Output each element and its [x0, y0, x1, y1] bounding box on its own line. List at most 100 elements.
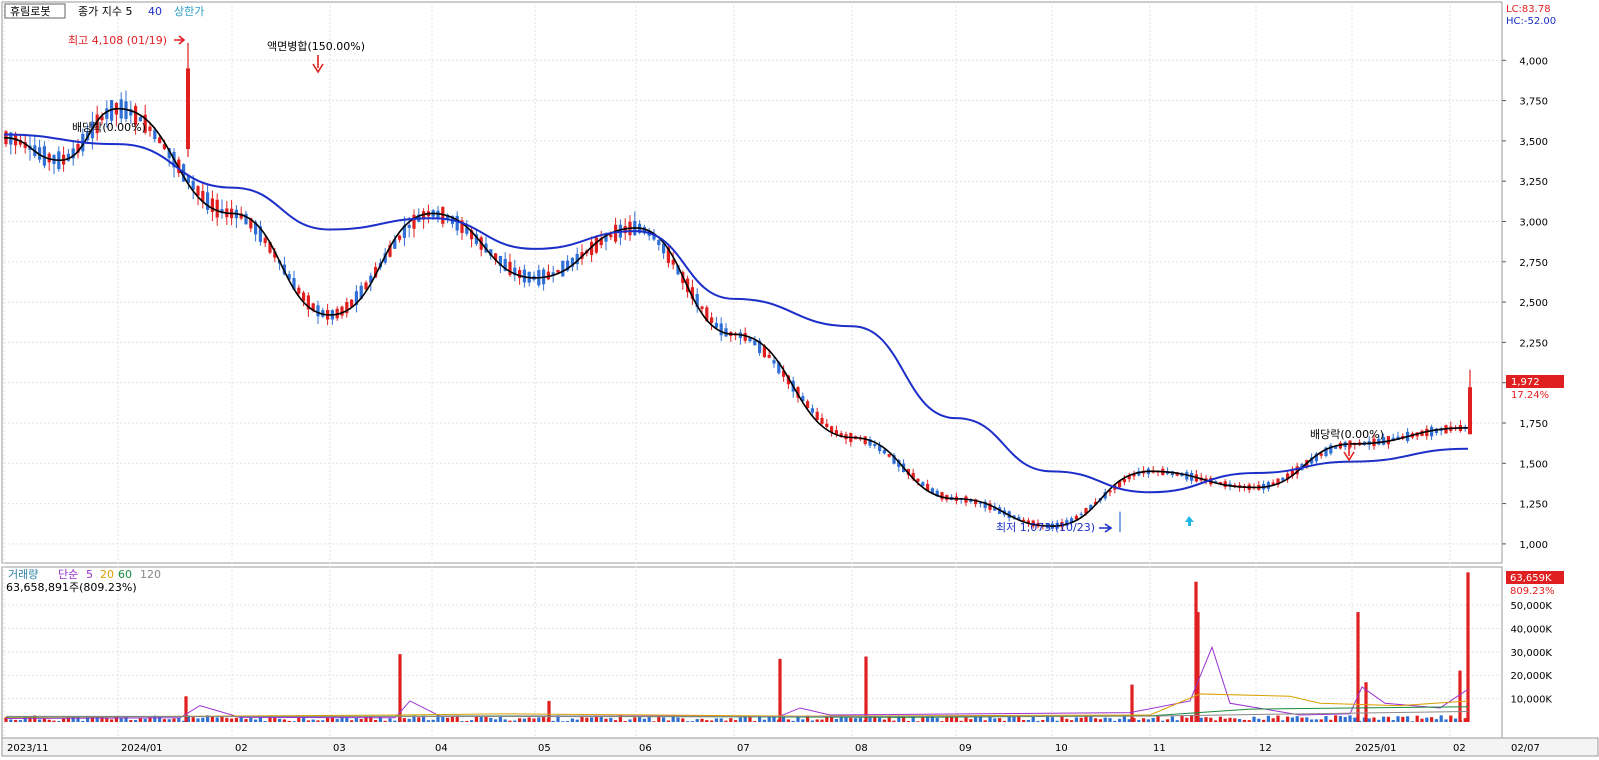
last-candle-body: [1468, 387, 1472, 435]
candle-body: [148, 126, 152, 131]
volume-bar: [647, 716, 651, 722]
volume-bar: [1012, 716, 1016, 722]
candle-body: [105, 108, 109, 119]
stock-name: 휴림로봇: [10, 5, 50, 18]
time-tick-label: 2025/01: [1355, 743, 1397, 754]
volume-bar: [201, 717, 205, 722]
volume-bar: [662, 717, 666, 722]
volume-bar: [278, 718, 282, 722]
volume-bar: [590, 717, 594, 722]
volume-bar: [191, 717, 195, 722]
volume-bar: [1113, 720, 1117, 722]
candle-body: [158, 137, 162, 144]
volume-bar: [1031, 716, 1035, 722]
volume-bar: [1151, 717, 1155, 722]
volume-bar: [609, 717, 613, 722]
volume-ma-5: 5: [86, 568, 93, 581]
candle-body: [767, 354, 771, 358]
volume-bar: [230, 718, 234, 722]
volume-spike-bar: [1458, 670, 1462, 722]
volume-bar: [839, 717, 843, 722]
volume-bar: [1271, 718, 1275, 722]
volume-bar: [350, 720, 354, 722]
volume-bar: [354, 718, 358, 722]
volume-bar: [1242, 719, 1246, 722]
volume-bar: [1218, 716, 1222, 722]
volume-bar: [81, 720, 85, 722]
price-tick-label: 3,250: [1519, 177, 1548, 188]
volume-bar: [426, 720, 430, 722]
volume-spike-bar: [547, 700, 551, 722]
current-date-label: 02/07: [1511, 743, 1540, 754]
price-tick-label: 1,250: [1519, 500, 1548, 511]
volume-bar: [570, 718, 574, 722]
volume-bar: [287, 720, 291, 722]
volume-bar: [633, 717, 637, 722]
volume-bar: [959, 720, 963, 722]
volume-bar: [729, 718, 733, 722]
volume-bar: [695, 719, 699, 722]
volume-bar: [196, 718, 200, 722]
volume-bar: [162, 719, 166, 722]
volume-bar: [1305, 717, 1309, 722]
time-tick-label: 04: [435, 743, 448, 754]
volume-bar: [374, 719, 378, 722]
volume-bar: [143, 718, 147, 722]
candle-body: [710, 317, 714, 323]
volume-ma-60: 60: [118, 568, 132, 581]
volume-bar: [1314, 719, 1318, 722]
volume-bar: [810, 720, 814, 722]
indicator-period: 40: [148, 5, 162, 18]
volume-spike-bar: [1196, 612, 1200, 722]
volume-bar: [1065, 718, 1069, 722]
candle-body: [873, 444, 877, 446]
volume-bar: [1175, 720, 1179, 722]
time-tick-label: 02: [1453, 743, 1466, 754]
candle-body: [810, 408, 814, 413]
volume-bar: [1252, 716, 1256, 722]
volume-bar: [282, 719, 286, 722]
time-tick-label: 2024/01: [121, 743, 163, 754]
volume-bar: [1233, 718, 1237, 722]
volume-bar: [522, 718, 526, 722]
volume-bar: [748, 717, 752, 722]
last-change-value: 17.24%: [1511, 390, 1549, 401]
volume-bar: [1286, 716, 1290, 722]
volume-bar: [767, 717, 771, 722]
volume-bar: [244, 719, 248, 722]
volume-bar: [1276, 715, 1280, 722]
dividend-annotation-2: 배당락(0.00%): [1310, 428, 1384, 441]
volume-bar: [114, 716, 118, 722]
volume-bar: [417, 717, 421, 722]
volume-bar: [1319, 719, 1323, 722]
candle-body: [215, 199, 219, 218]
volume-bar: [1055, 720, 1059, 722]
volume-bar: [1041, 719, 1045, 722]
last-volume-value: 63,659K: [1510, 573, 1552, 584]
volume-bar: [566, 721, 570, 722]
volume-bar: [1026, 719, 1030, 722]
volume-bar: [254, 719, 258, 722]
volume-tick-label: 40,000K: [1510, 624, 1552, 635]
volume-ma-label: 단순: [58, 568, 78, 581]
volume-spike-bar: [778, 658, 782, 722]
stock-chart-window: 1,0001,2501,5001,7502,0002,2502,5002,750…: [0, 0, 1599, 757]
volume-bar: [830, 717, 834, 722]
volume-bar: [1430, 717, 1434, 722]
volume-bar: [700, 718, 704, 722]
volume-bar: [407, 718, 411, 722]
volume-bar: [1084, 716, 1088, 722]
volume-bar: [882, 719, 886, 722]
volume-bar: [604, 718, 608, 722]
candle-body: [815, 411, 819, 420]
volume-bar: [172, 718, 176, 722]
volume-bar: [1204, 717, 1208, 722]
volume-bar: [292, 721, 296, 722]
candle-body: [887, 454, 891, 457]
volume-bar: [129, 720, 133, 722]
volume-bar: [724, 720, 728, 722]
volume-bar: [1127, 719, 1131, 722]
volume-bar: [431, 719, 435, 722]
volume-bar: [1266, 715, 1270, 722]
volume-bar: [249, 717, 253, 722]
